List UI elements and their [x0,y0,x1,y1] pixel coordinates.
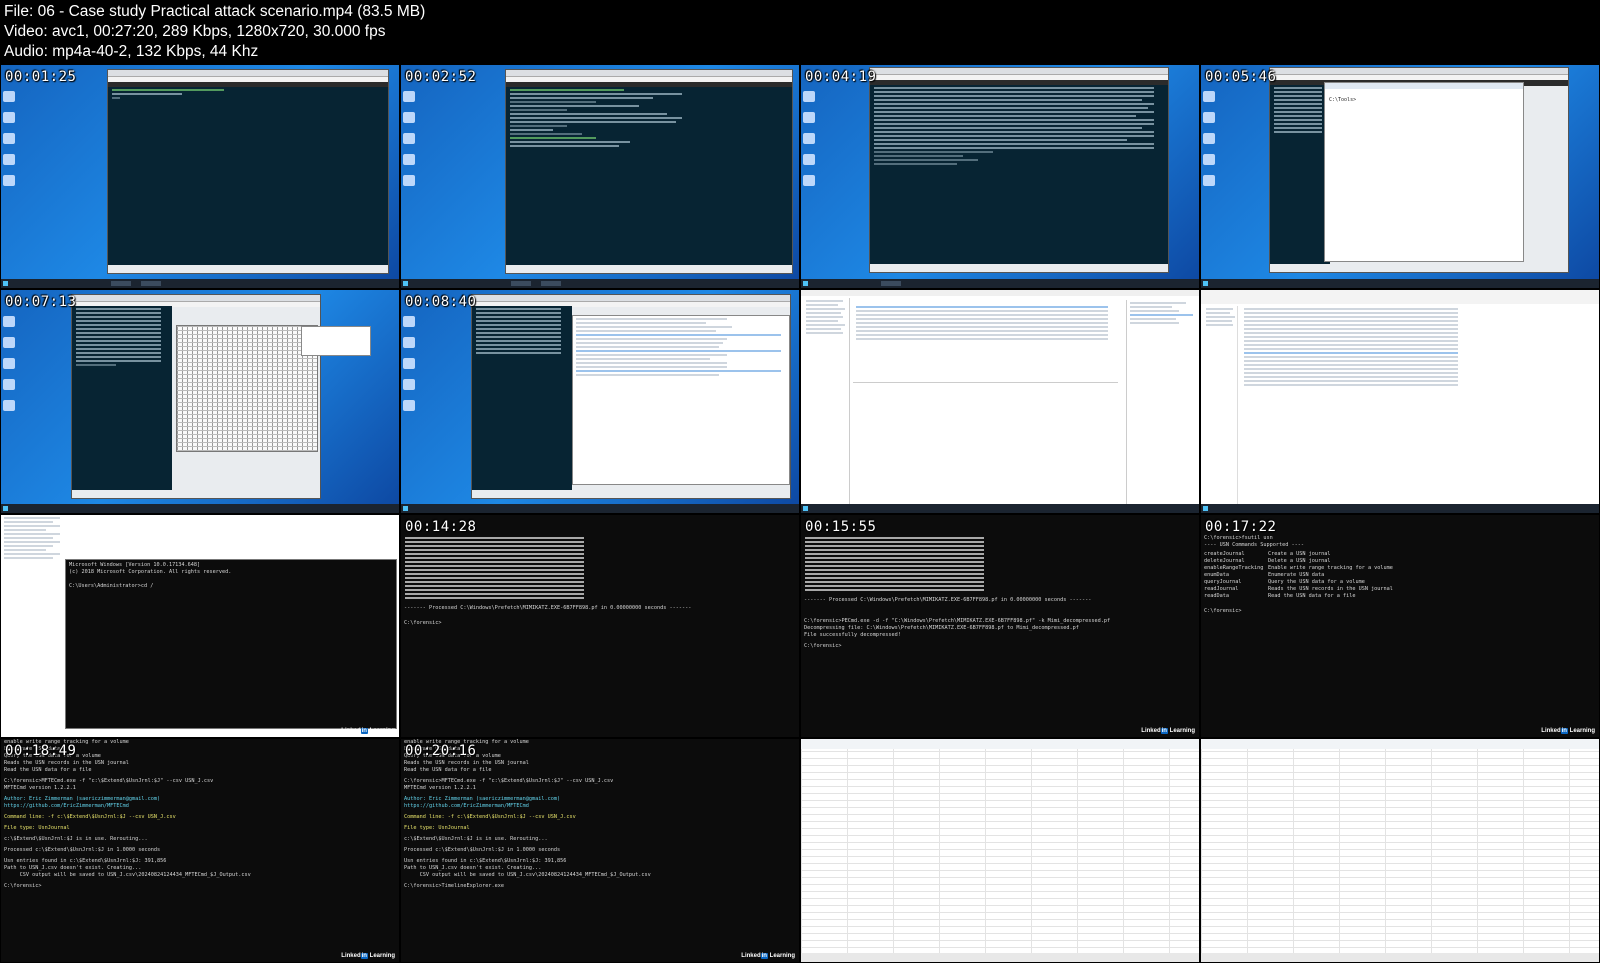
linkedin-learning-logo: Linkedin Learning [1541,728,1595,735]
file-info-header: File: 06 - Case study Practical attack s… [0,0,1600,64]
terminal-pane: ------- Processed C:\Windows\Prefetch\MI… [801,514,1199,738]
timestamp: 00:15:55 [805,518,877,535]
linkedin-learning-logo: Linkedin Learning [341,953,395,959]
timestamp: 00:05:46 [1205,69,1277,85]
file-explorer-window [1,514,71,738]
file-explorer-window [1201,289,1599,513]
mft-command-line: Command line: -f c:\$Extend\$UsnJrnl:$J … [4,814,176,821]
fsutil-command-row: enumData Enumerate USN data [1204,571,1325,578]
dialog-box [301,325,371,356]
timestamp: 00:01:25 [5,69,77,85]
mft-file-type: File type: UsnJournal [4,825,70,832]
fsutil-command-row: readJournal Reads the USN records in the … [1204,585,1393,592]
mft-author: Author: Eric Zimmerman (saericzimmerman@… [4,796,161,810]
forensic-prompt: C:\forensic> [4,883,42,890]
timestamp: 00:17:22 [1205,518,1277,535]
linkedin-learning-logo: Linkedin Learning [1141,728,1195,735]
mft-file-type: File type: UsnJournal [404,825,470,832]
cmd-window: Microsoft Windows [Version 10.0.17134.64… [65,558,397,730]
thumbnail-grid: 00:01:25 00:02:52 00:04:19 C:\Tools> 00:… [0,64,1600,963]
terminal-pane: ------- Processed C:\Windows\Prefetch\MI… [401,514,799,738]
audio-info-line: Audio: mp4a-40-2, 132 Kbps, 44 Khz [4,43,259,60]
terminal-pane: C:\forensic>fsutil usn ---- USN Commands… [1201,514,1599,738]
vm-window [869,67,1169,273]
thumbnail-5[interactable]: 00:07:13 [0,288,400,514]
cmd-banner: Microsoft Windows [Version 10.0.17134.64… [69,561,232,589]
file-name-line: File: 06 - Case study Practical attack s… [4,3,426,20]
timestamp: 00:07:13 [5,293,77,310]
fsutil-command-row: enableRangeTracking Enable write range tr… [1204,564,1393,571]
thumbnail-12[interactable]: C:\forensic>fsutil usn ---- USN Commands… [1200,513,1600,739]
mft-command-line: Command line: -f c:\$Extend\$UsnJrnl:$J … [404,814,576,821]
timestamp: 00:08:40 [405,293,477,310]
mft-command: C:\forensic>MFTECmd.exe -f "c:\$Extend\$… [404,778,614,792]
mft-processed: Processed c:\$Extend\$UsnJrnl:$J in 1.00… [4,847,161,854]
process-list-terminal [1270,85,1330,264]
mft-author: Author: Eric Zimmerman (saericzimmerman@… [404,796,561,810]
timeline-explorer-grid [801,739,1199,962]
thumbnail-2[interactable]: 00:02:52 [400,64,800,289]
mft-command: C:\forensic>MFTECmd.exe -f "c:\$Extend\$… [4,778,214,792]
linkedin-learning-logo: Linkedin Learning [741,953,795,959]
desktop-icons [3,91,17,196]
process-list-terminal [870,85,1168,264]
thumbnail-15[interactable] [800,738,1200,963]
terminal-pane: enable write range tracking for a volume… [1,739,399,962]
thumbnail-7[interactable] [800,288,1200,514]
thumbnail-14[interactable]: enable write range tracking for a volume… [400,738,800,963]
cmd-window: C:\Tools> [1324,82,1524,262]
timestamp: 00:04:19 [805,69,877,85]
vm-window [71,293,321,499]
mft-in-use: c:\$Extend\$UsnJrnl:$J is in use. Rerout… [404,836,548,843]
process-list-terminal [72,305,172,490]
hex-editor [176,324,318,452]
mft-in-use: c:\$Extend\$UsnJrnl:$J is in use. Rerout… [4,836,148,843]
fsutil-command-row: deleteJournal Delete a USN journal [1204,557,1331,564]
thumbnail-10[interactable]: ------- Processed C:\Windows\Prefetch\MI… [400,513,800,739]
timeline-command: C:\forensic>TimelineExplorer.exe [404,883,504,890]
thumbnail-6[interactable]: 00:08:40 [400,288,800,514]
mft-entries: Usn entries found in c:\$Extend\$UsnJrnl… [4,858,251,879]
event-viewer-window [801,289,1199,513]
timestamp: 00:14:28 [405,518,477,535]
thumbnail-3[interactable]: 00:04:19 [800,64,1200,289]
vm-window [107,69,389,274]
terminal-pane [506,87,792,265]
thumbnail-8[interactable] [1200,288,1600,514]
fsutil-command-row: createJournal Create a USN journal [1204,550,1331,557]
process-list-terminal [472,305,572,490]
thumbnail-16[interactable] [1200,738,1600,963]
terminal-pane: enable write range tracking for a volume… [401,739,799,962]
prefetch-processed-line: ------- Processed C:\Windows\Prefetch\MI… [804,596,1092,603]
forensic-prompt: C:\forensic> [404,619,442,626]
thumbnail-11[interactable]: ------- Processed C:\Windows\Prefetch\MI… [800,513,1200,739]
forensic-prompt: C:\forensic> [1204,607,1242,614]
registry-list [572,314,790,485]
timestamp: 00:18:49 [5,743,77,760]
taskbar [1,278,399,288]
fsutil-command-row: readData Read the USN data for a file [1204,592,1356,599]
fsutil-command-row: queryJournal Query the USN data for a vol… [1204,578,1365,585]
fsutil-command-list: createJournal Create a USN journal delete… [1201,551,1599,600]
mft-entries: Usn entries found in c:\$Extend\$UsnJrnl… [404,858,651,879]
pecmd-decompress-output: C:\forensic>PECmd.exe -d -f "C:\Windows\… [804,617,1111,638]
linkedin-learning-logo: Linkedin Learning [341,728,395,735]
thumbnail-4[interactable]: C:\Tools> 00:05:46 [1200,64,1600,289]
thumbnail-9[interactable]: Microsoft Windows [Version 10.0.17134.64… [0,513,400,739]
mft-processed: Processed c:\$Extend\$UsnJrnl:$J in 1.00… [404,847,561,854]
video-info-line: Video: avc1, 00:27:20, 289 Kbps, 1280x72… [4,23,386,40]
timestamp: 00:20:16 [405,743,477,760]
forensic-prompt: C:\forensic> [804,642,842,649]
vm-window: C:\Tools> [1269,67,1569,273]
prefetch-processed-line: ------- Processed C:\Windows\Prefetch\MI… [404,604,692,611]
thumbnail-1[interactable]: 00:01:25 [0,64,400,289]
thumbnail-13[interactable]: enable write range tracking for a volume… [0,738,400,963]
terminal-pane [108,87,388,265]
vm-window [471,293,791,499]
vm-window [505,69,793,274]
timeline-explorer-grid [1201,739,1599,962]
timestamp: 00:02:52 [405,69,477,85]
